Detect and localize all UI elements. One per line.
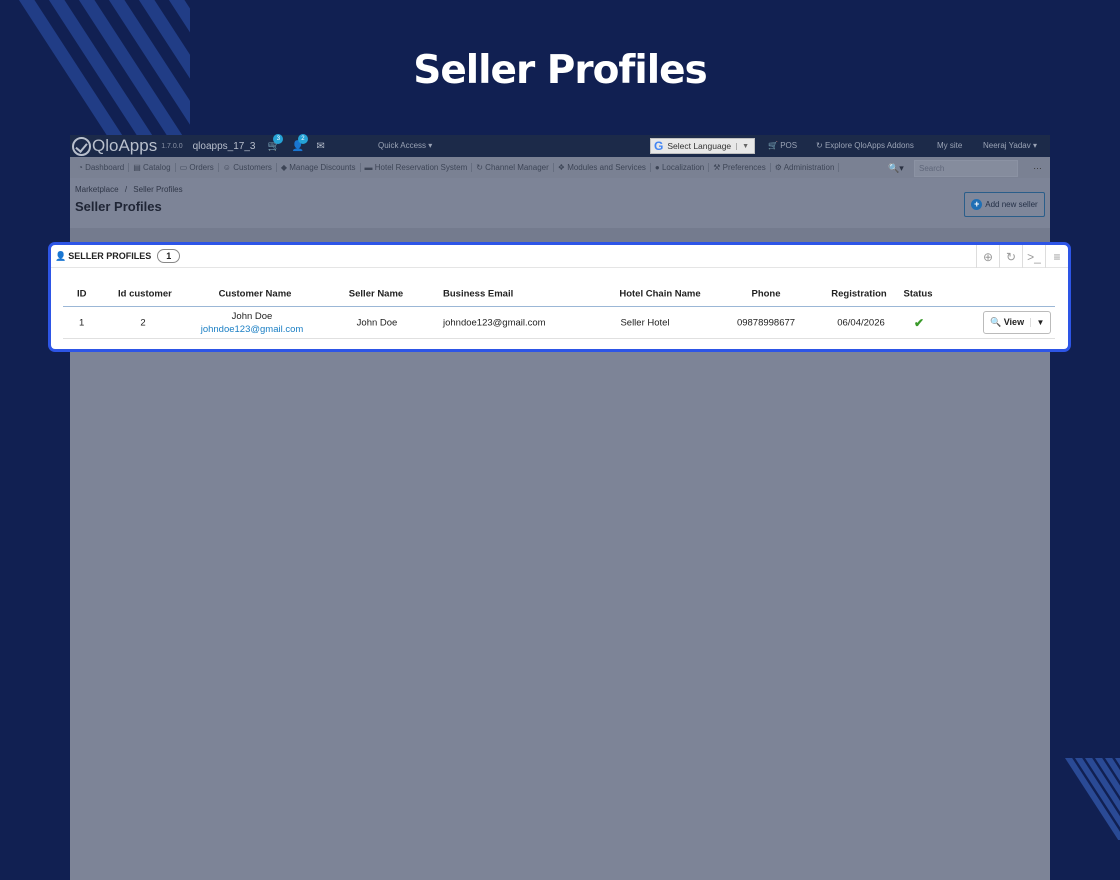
nav-item-orders[interactable]: ▭ Orders <box>176 163 219 172</box>
seller-profiles-panel: 👤 SELLER PROFILES 1 ⊕ ↻ >_ ≡ ID Id custo… <box>48 242 1071 352</box>
count-badge: 1 <box>157 249 181 263</box>
brand-name: QloApps <box>92 136 158 155</box>
top-bar: QloApps 1.7.0.0 qloapps_17_3 🛒 3 👤 2 ✉ Qui… <box>70 133 1050 157</box>
decorative-stripes-bottom <box>1048 758 1120 840</box>
language-select[interactable]: G Select Language ▼ <box>650 138 755 154</box>
user-menu[interactable]: Neeraj Yadav ▾ <box>983 141 1037 150</box>
column-registration[interactable]: Registration <box>831 288 886 299</box>
nav-item-preferences[interactable]: ⚒ Preferences <box>709 163 771 172</box>
customer-icon[interactable]: 👤 2 <box>292 133 308 152</box>
cell-phone: 09878998677 <box>736 317 796 328</box>
more-icon[interactable]: … <box>1033 161 1042 171</box>
column-business-email[interactable]: Business Email <box>443 288 513 299</box>
search-input[interactable]: Search <box>914 160 1018 177</box>
nav-item-customers[interactable]: ☺ Customers <box>219 163 277 172</box>
cell-registration: 06/04/2026 <box>837 317 885 328</box>
panel-toolbar: ⊕ ↻ >_ ≡ <box>976 245 1068 268</box>
quick-access-dropdown[interactable]: Quick Access ▾ <box>378 141 432 150</box>
nav-item-hotel-reservation[interactable]: ▬ Hotel Reservation System <box>361 163 473 172</box>
terminal-icon[interactable]: >_ <box>1022 245 1045 268</box>
nav-item-modules[interactable]: ❖ Modules and Services <box>554 163 651 172</box>
cell-seller-name: John Doe <box>356 317 398 328</box>
column-customer-name[interactable]: Customer Name <box>219 288 292 299</box>
nav-item-dashboard[interactable]: ◔ Dashboard <box>74 163 130 172</box>
column-phone[interactable]: Phone <box>751 288 780 299</box>
envelope-icon[interactable]: ✉ <box>316 141 324 152</box>
qloapps-logo-icon <box>72 136 91 156</box>
customer-email-link[interactable]: johndoe123@gmail.com <box>201 323 304 336</box>
view-label: 🔍 View <box>990 317 1025 327</box>
search-icon[interactable]: 🔍▾ <box>888 163 914 174</box>
column-seller-name[interactable]: Seller Name <box>349 288 403 299</box>
column-status[interactable]: Status <box>903 288 932 299</box>
logo[interactable]: QloApps 1.7.0.0 <box>72 136 183 156</box>
column-id-customer[interactable]: Id customer <box>118 288 172 299</box>
google-icon: G <box>654 139 664 153</box>
cart-badge: 3 <box>273 133 284 144</box>
nav-item-discounts[interactable]: ◆ Manage Discounts <box>277 163 361 172</box>
cell-id-customer: 2 <box>140 317 146 328</box>
cell-id: 1 <box>79 317 85 328</box>
main-nav: ◔ Dashboard ▤ Catalog ▭ Orders ☺ Custome… <box>70 157 1050 178</box>
breadcrumb-parent[interactable]: Marketplace <box>75 185 119 194</box>
table-row[interactable]: 1 2 John Doe johndoe123@gmail.com John D… <box>63 307 1055 339</box>
nav-item-administration[interactable]: ⚙ Administration <box>771 163 840 172</box>
my-site-link[interactable]: My site <box>937 141 962 150</box>
seller-table: ID Id customer Customer Name Seller Name… <box>63 281 1055 339</box>
page-title: Seller Profiles <box>413 48 708 93</box>
customer-badge: 2 <box>297 133 308 144</box>
addons-link[interactable]: ↻ Explore QloApps Addons <box>816 141 914 150</box>
chevron-down-icon: ▼ <box>736 142 754 150</box>
panel-header: 👤 SELLER PROFILES 1 <box>51 245 1068 268</box>
version: 1.7.0.0 <box>161 142 183 150</box>
panel-title: SELLER PROFILES <box>68 251 152 261</box>
breadcrumb: Marketplace / Seller Profiles <box>75 185 183 194</box>
refresh-icon[interactable]: ↻ <box>999 245 1022 268</box>
table-header: ID Id customer Customer Name Seller Name… <box>63 281 1055 307</box>
nav-item-catalog[interactable]: ▤ Catalog <box>129 163 176 172</box>
column-hotel-chain-name[interactable]: Hotel Chain Name <box>619 288 700 299</box>
nav-item-channel-manager[interactable]: ↻ Channel Manager <box>472 163 554 172</box>
customer-name: John Doe <box>231 310 273 322</box>
column-id[interactable]: ID <box>77 288 87 299</box>
nav-search: 🔍▾ Search <box>888 160 1018 177</box>
pos-link[interactable]: 🛒 POS <box>768 141 797 150</box>
view-button[interactable]: 🔍 View ▼ <box>983 311 1051 334</box>
plus-circle-icon: + <box>971 199 983 210</box>
cart-icon[interactable]: 🛒 3 <box>267 133 284 152</box>
cell-hotel-chain: Seller Hotel <box>620 317 670 328</box>
content-background <box>70 228 1050 242</box>
add-new-seller-button[interactable]: + Add new seller <box>964 192 1045 217</box>
status-check-icon[interactable]: ✔ <box>914 316 924 330</box>
user-icon: 👤 <box>55 250 67 261</box>
language-label: Select Language <box>667 141 732 151</box>
cell-business-email: johndoe123@gmail.com <box>443 317 546 328</box>
nav-item-localization[interactable]: ● Localization <box>651 163 710 172</box>
database-icon[interactable]: ≡ <box>1045 245 1068 268</box>
breadcrumb-separator: / <box>124 185 128 194</box>
shop-name[interactable]: qloapps_17_3 <box>193 141 256 152</box>
caret-down-icon[interactable]: ▼ <box>1030 318 1050 327</box>
add-circle-icon[interactable]: ⊕ <box>976 245 999 268</box>
breadcrumb-current: Seller Profiles <box>133 185 183 194</box>
add-new-seller-label: Add new seller <box>985 200 1038 209</box>
cell-customer: John Doe johndoe123@gmail.com <box>201 310 304 336</box>
page-heading: Seller Profiles <box>75 199 162 214</box>
